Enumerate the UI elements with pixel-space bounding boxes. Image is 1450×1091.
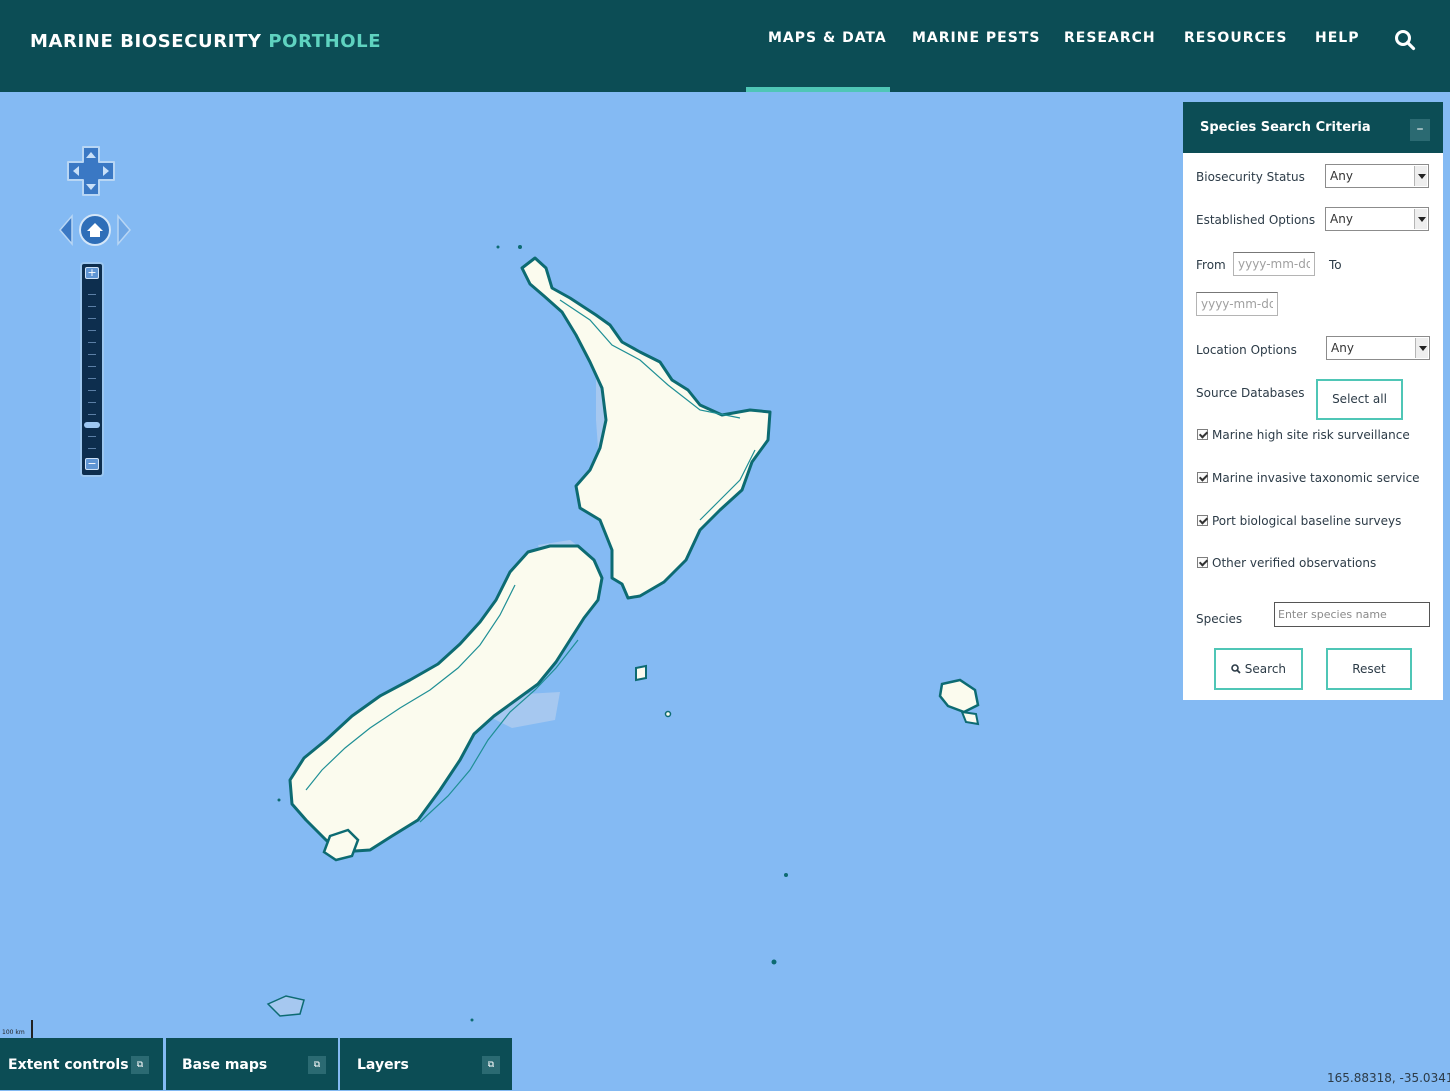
chevron-down-icon (1414, 166, 1427, 186)
zoom-tick (88, 448, 96, 449)
tab-base-maps[interactable]: Base maps ⧉ (166, 1038, 338, 1090)
search-icon (1231, 664, 1241, 674)
zoom-tick (88, 354, 96, 355)
zoom-tick (88, 378, 96, 379)
nav-resources[interactable]: RESOURCES (1184, 30, 1287, 46)
chevron-down-icon (1414, 209, 1427, 229)
cursor-coordinates: 165.88318, -35.03412 (1327, 1071, 1450, 1085)
zoom-tick (88, 366, 96, 367)
chatham-islands (938, 678, 980, 714)
scale-label: 100 km (2, 1029, 25, 1036)
zoom-tick (88, 318, 96, 319)
zoom-tick (88, 414, 96, 415)
top-navigation-bar: MARINE BIOSECURITY PORTHOLE MAPS & DATA … (0, 0, 1450, 92)
zoom-in-button[interactable]: + (85, 267, 99, 279)
map-scale-bar: 100 km (2, 1020, 34, 1038)
history-home-control[interactable] (58, 211, 132, 249)
checkbox-label: Port biological baseline surveys (1212, 514, 1402, 528)
from-date-input[interactable] (1233, 252, 1315, 276)
expand-icon[interactable]: ⧉ (482, 1056, 500, 1074)
source-databases-label: Source Databases (1196, 386, 1305, 400)
checkbox-label: Other verified observations (1212, 556, 1377, 570)
species-search-panel: Species Search Criteria – Biosecurity St… (1183, 102, 1443, 700)
zoom-tick (88, 436, 96, 437)
checkbox-checked-icon[interactable] (1197, 515, 1208, 526)
scale-bar-line (31, 1020, 33, 1038)
previous-extent-icon (59, 213, 73, 247)
to-label: To (1329, 258, 1342, 272)
brand-accent-text: PORTHOLE (268, 31, 382, 52)
zoom-out-button[interactable]: − (85, 458, 99, 470)
panel-header: Species Search Criteria – (1183, 102, 1443, 153)
search-button[interactable]: Search (1214, 648, 1303, 690)
nav-marine-pests[interactable]: MARINE PESTS (912, 30, 1040, 46)
biosecurity-status-label: Biosecurity Status (1196, 170, 1305, 184)
zoom-tick (88, 390, 96, 391)
next-extent-icon (117, 213, 131, 247)
zoom-slider-handle[interactable] (84, 422, 100, 428)
location-options-select[interactable]: Any (1326, 336, 1430, 360)
panel-title: Species Search Criteria (1200, 120, 1371, 135)
biosecurity-status-select[interactable]: Any (1325, 164, 1429, 188)
pan-control[interactable] (66, 145, 116, 197)
collapse-panel-button[interactable]: – (1410, 119, 1430, 141)
zoom-tick (88, 306, 96, 307)
reset-button[interactable]: Reset (1326, 648, 1412, 690)
select-value: Any (1331, 341, 1354, 355)
zoom-slider[interactable]: + − (80, 262, 104, 477)
expand-icon[interactable]: ⧉ (308, 1056, 326, 1074)
established-options-select[interactable]: Any (1325, 207, 1429, 231)
nav-help[interactable]: HELP (1315, 30, 1359, 46)
select-all-button[interactable]: Select all (1316, 379, 1403, 420)
from-label: From (1196, 258, 1226, 272)
location-options-label: Location Options (1196, 343, 1297, 357)
tab-label: Extent controls (8, 1057, 129, 1073)
zoom-tick (88, 294, 96, 295)
checkbox-label: Marine high site risk surveillance (1212, 428, 1410, 442)
tab-label: Layers (357, 1057, 409, 1073)
zoom-tick (88, 402, 96, 403)
tab-layers[interactable]: Layers ⧉ (340, 1038, 512, 1090)
checkbox-label: Marine invasive taxonomic service (1212, 471, 1420, 485)
zoom-tick (88, 342, 96, 343)
chevron-down-icon (1415, 338, 1428, 358)
species-name-input[interactable] (1274, 602, 1430, 627)
checkbox-checked-icon[interactable] (1197, 429, 1208, 440)
brand-main-text: MARINE BIOSECURITY (30, 31, 262, 52)
zoom-tick (88, 330, 96, 331)
tab-extent-controls[interactable]: Extent controls ⧉ (0, 1038, 163, 1090)
select-value: Any (1330, 212, 1353, 226)
select-value: Any (1330, 169, 1353, 183)
to-date-input[interactable] (1196, 292, 1278, 316)
tab-label: Base maps (182, 1057, 268, 1073)
checkbox-checked-icon[interactable] (1197, 472, 1208, 483)
species-label: Species (1196, 612, 1243, 626)
checkbox-checked-icon[interactable] (1197, 557, 1208, 568)
nav-research[interactable]: RESEARCH (1064, 30, 1156, 46)
nav-maps-data[interactable]: MAPS & DATA (768, 30, 887, 46)
search-button-label: Search (1244, 662, 1287, 676)
site-logo[interactable]: MARINE BIOSECURITY PORTHOLE (30, 31, 381, 52)
search-icon[interactable] (1394, 29, 1416, 51)
expand-icon[interactable]: ⧉ (131, 1056, 149, 1074)
established-options-label: Established Options (1196, 213, 1316, 227)
